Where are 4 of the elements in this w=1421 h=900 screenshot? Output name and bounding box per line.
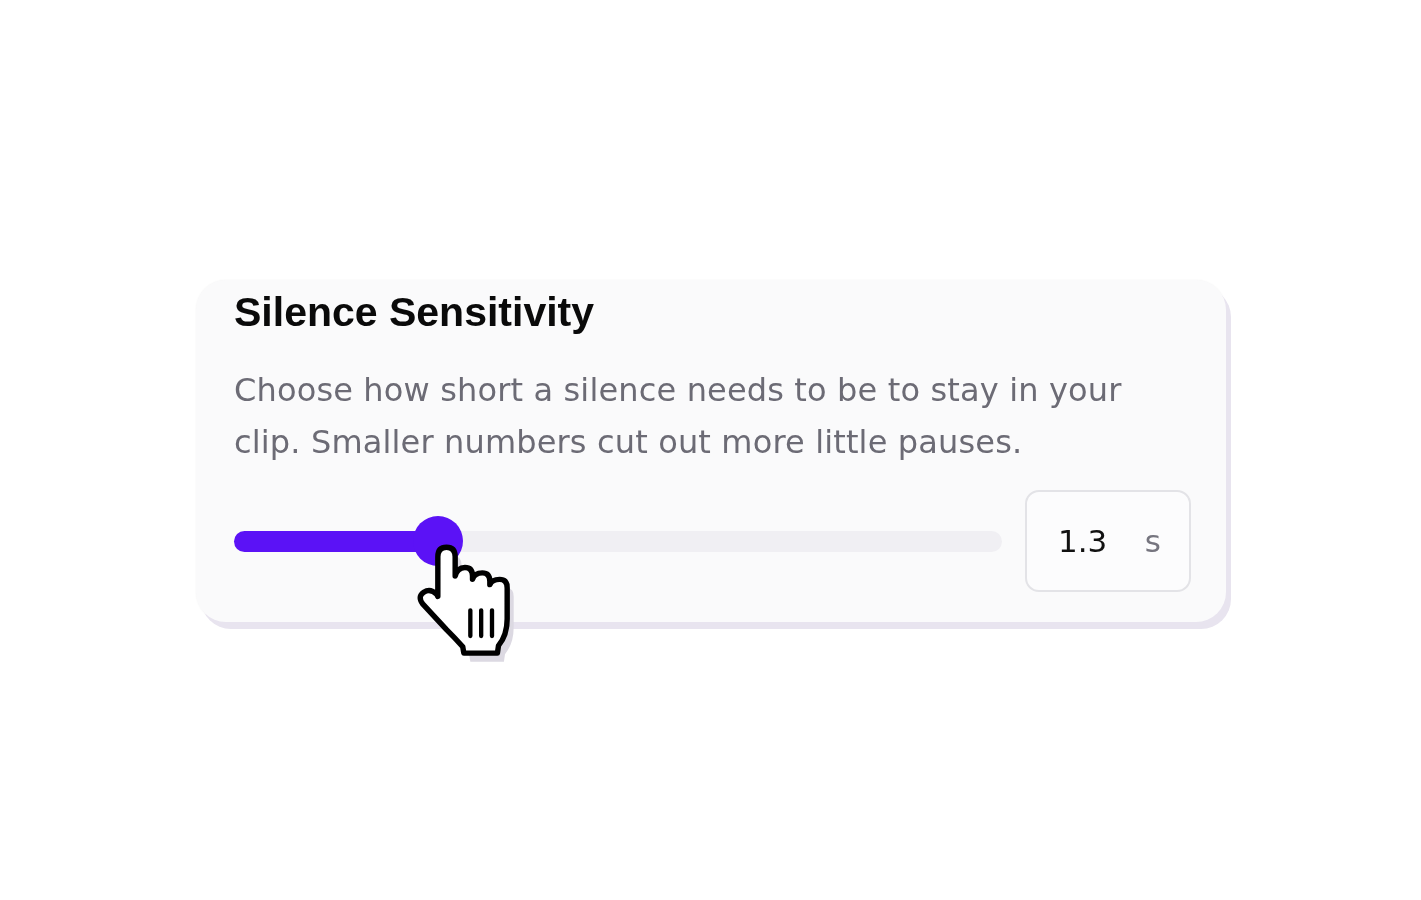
duration-field[interactable]: 1.3 s xyxy=(1025,490,1191,592)
card-title: Silence Sensitivity xyxy=(234,289,596,335)
unit-label: s xyxy=(1144,525,1161,557)
card-description: Choose how short a silence needs to be to stay in your clip. Smaller numbers cut out more little pauses. xyxy=(234,370,1123,463)
